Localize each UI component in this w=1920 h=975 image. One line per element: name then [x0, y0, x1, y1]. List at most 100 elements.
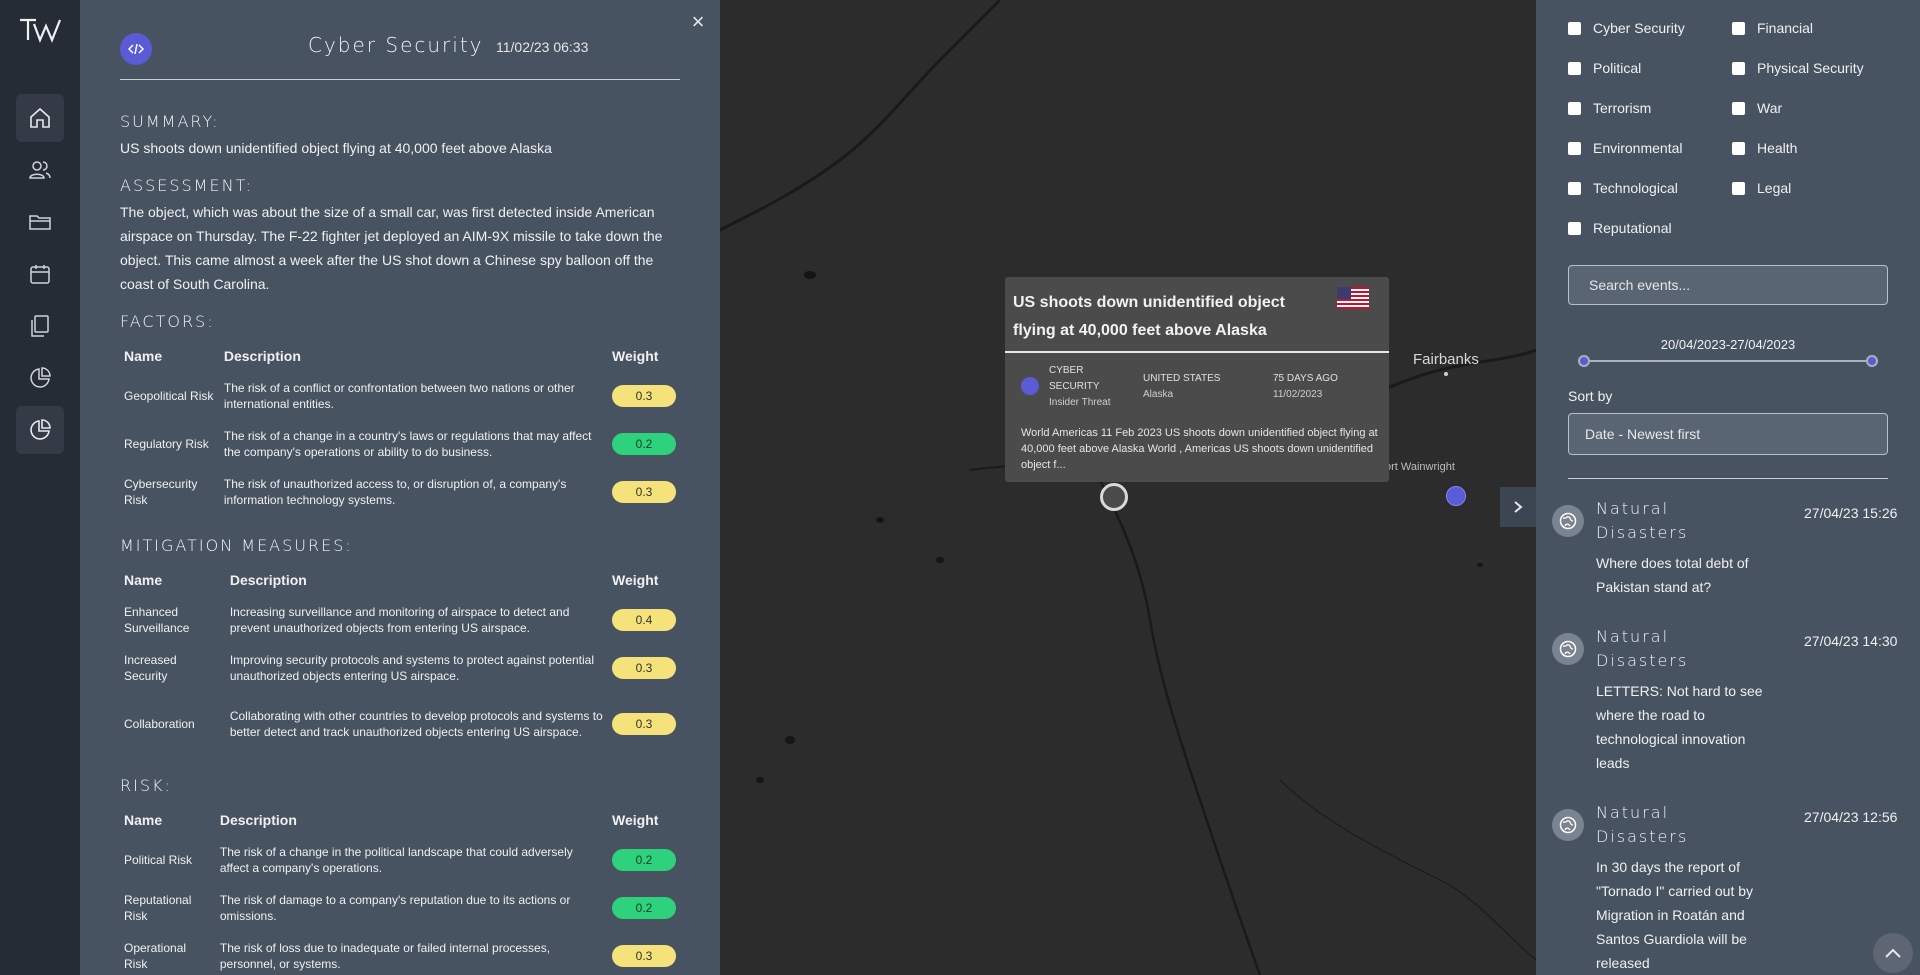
- calendar-icon: [30, 265, 50, 284]
- nav-calendar[interactable]: [16, 250, 64, 298]
- nav-reports[interactable]: [16, 406, 64, 454]
- popup-date: 11/02/2023: [1273, 389, 1323, 400]
- col-description: Description: [223, 348, 301, 364]
- risk-description: The risk of a change in the political la…: [219, 845, 573, 875]
- event-date: 27/04/23 12:56: [1804, 809, 1898, 825]
- map-view[interactable]: Fairbanks ort Wainwright: [720, 0, 1536, 975]
- checkbox[interactable]: [1568, 101, 1581, 115]
- risk-heading: RISK:: [120, 776, 172, 795]
- filter-label: Reputational: [1593, 220, 1672, 236]
- checkbox[interactable]: [1732, 61, 1745, 75]
- nav-documents[interactable]: [16, 302, 64, 350]
- popup-subcategory: Insider Threat: [1049, 397, 1111, 408]
- nav-home[interactable]: [16, 94, 64, 142]
- filter-terrorism[interactable]: Terrorism: [1568, 100, 1651, 116]
- col-name: Name: [124, 572, 163, 588]
- search-events-input[interactable]: Search events...: [1568, 265, 1888, 305]
- close-button[interactable]: ×: [688, 11, 708, 33]
- filter-financial[interactable]: Financial: [1732, 20, 1813, 36]
- table-row: Enhanced Surveillance Increasing surveil…: [120, 596, 680, 644]
- event-date: 27/04/23 14:30: [1804, 633, 1898, 649]
- city-label-fairbanks: Fairbanks: [1413, 351, 1479, 368]
- factor-name: Geopolitical Risk: [124, 389, 214, 403]
- app-logo[interactable]: [18, 16, 62, 44]
- sort-select[interactable]: Date - Newest first: [1568, 413, 1888, 455]
- nav-users[interactable]: [16, 146, 64, 194]
- filter-health[interactable]: Health: [1732, 140, 1797, 156]
- table-row: Political Risk The risk of a change in t…: [120, 836, 680, 884]
- checkbox[interactable]: [1568, 141, 1581, 155]
- col-weight: Weight: [612, 812, 659, 828]
- mitigation-name: Enhanced Surveillance: [124, 605, 190, 635]
- event-marker[interactable]: [1446, 486, 1466, 506]
- city-marker: [1444, 372, 1448, 376]
- checkbox[interactable]: [1568, 221, 1581, 235]
- weight-badge: 0.2: [612, 897, 676, 919]
- popup-title: US shoots down unidentified object flyin…: [1013, 294, 1285, 339]
- range-end-handle[interactable]: [1866, 355, 1878, 367]
- filter-legal[interactable]: Legal: [1732, 180, 1791, 196]
- selected-event-marker[interactable]: [1100, 483, 1128, 511]
- col-description: Description: [229, 572, 307, 588]
- weight-badge: 0.3: [612, 385, 676, 407]
- checkbox[interactable]: [1568, 21, 1581, 35]
- mitigation-description: Increasing surveillance and monitoring o…: [229, 605, 570, 635]
- us-flag-icon: [1337, 287, 1369, 309]
- assessment-text: The object, which was about the size of …: [120, 204, 663, 292]
- checkbox[interactable]: [1568, 61, 1581, 75]
- event-category: Natural Disasters: [1596, 803, 1689, 846]
- popup-category-line1: CYBER: [1049, 365, 1084, 376]
- filter-label: Terrorism: [1593, 100, 1652, 116]
- col-weight: Weight: [612, 348, 659, 364]
- filter-physical-security[interactable]: Physical Security: [1732, 60, 1864, 76]
- nav-analytics[interactable]: [16, 354, 64, 402]
- checkbox[interactable]: [1732, 141, 1745, 155]
- globe-icon: [1552, 809, 1584, 841]
- report-chart-icon: [30, 419, 51, 440]
- event-title: In 30 days the report of "Tornado I" car…: [1596, 859, 1754, 971]
- panel-toggle-button[interactable]: [1500, 487, 1536, 527]
- risk-description: The risk of loss due to inadequate or fa…: [219, 941, 551, 971]
- mitigation-description: Collaborating with other countries to de…: [229, 709, 603, 739]
- event-title: LETTERS: Not hard to see where the road …: [1596, 683, 1763, 771]
- filter-reputational[interactable]: Reputational: [1568, 220, 1672, 236]
- filter-technological[interactable]: Technological: [1568, 180, 1678, 196]
- table-row: Operational Risk The risk of loss due to…: [120, 932, 680, 975]
- filter-war[interactable]: War: [1732, 100, 1782, 116]
- city-label-fort-wainwright: ort Wainwright: [1385, 461, 1455, 473]
- sort-label: Sort by: [1568, 388, 1613, 404]
- table-row: Increased Security Improving security pr…: [120, 644, 680, 692]
- filter-political[interactable]: Political: [1568, 60, 1641, 76]
- event-category: Natural Disasters: [1596, 499, 1689, 542]
- col-name: Name: [124, 348, 163, 364]
- table-row: Regulatory Risk The risk of a change in …: [120, 420, 680, 468]
- scroll-to-top-button[interactable]: [1873, 933, 1913, 973]
- filter-label: Physical Security: [1757, 60, 1864, 76]
- col-name: Name: [124, 812, 163, 828]
- checkbox[interactable]: [1732, 101, 1745, 115]
- filter-label: War: [1757, 100, 1783, 116]
- date-range-slider[interactable]: [1584, 360, 1872, 362]
- factor-description: The risk of a conflict or confrontation …: [223, 381, 575, 411]
- map-terrain: [720, 0, 1536, 975]
- globe-icon: [1552, 633, 1584, 665]
- filter-cyber-security[interactable]: Cyber Security: [1568, 20, 1685, 36]
- checkbox[interactable]: [1568, 181, 1581, 195]
- checkbox[interactable]: [1732, 181, 1745, 195]
- popup-divider: [1005, 351, 1389, 353]
- factor-name: Cybersecurity Risk: [124, 477, 198, 507]
- checkbox[interactable]: [1732, 21, 1745, 35]
- folder-icon: [29, 215, 51, 230]
- filter-label: Technological: [1593, 180, 1678, 196]
- weight-badge: 0.3: [612, 657, 676, 679]
- detail-date: 11/02/23 06:33: [496, 39, 589, 55]
- users-icon: [29, 161, 51, 179]
- nav-sidebar: [0, 0, 80, 975]
- filter-label: Political: [1593, 60, 1642, 76]
- range-start-handle[interactable]: [1578, 355, 1590, 367]
- nav-folder[interactable]: [16, 198, 64, 246]
- filter-environmental[interactable]: Environmental: [1568, 140, 1683, 156]
- event-popup[interactable]: US shoots down unidentified object flyin…: [1005, 277, 1389, 482]
- category-badge: [120, 33, 152, 65]
- divider: [1568, 478, 1888, 479]
